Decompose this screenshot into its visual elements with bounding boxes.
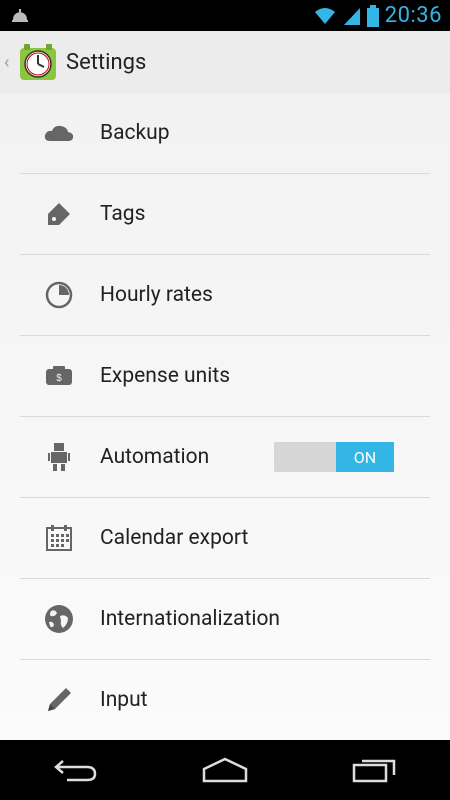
signal-icon	[343, 7, 360, 25]
back-button[interactable]	[45, 750, 105, 790]
home-button[interactable]	[195, 750, 255, 790]
settings-item-label: Internationalization	[100, 607, 281, 631]
cloud-icon	[44, 118, 74, 148]
robot-icon	[44, 442, 74, 472]
settings-list: Backup Tags Hourly rates $ Expense units	[20, 93, 430, 740]
navigation-bar	[0, 740, 450, 800]
clock-icon	[44, 280, 74, 310]
clock: 20:36	[384, 3, 442, 28]
toggle-on-label: ON	[336, 442, 394, 472]
globe-icon	[44, 604, 74, 634]
settings-item-input[interactable]: Input	[20, 660, 430, 740]
settings-item-label: Input	[100, 688, 148, 712]
svg-text:$: $	[56, 373, 62, 384]
tag-icon	[44, 199, 74, 229]
settings-item-internationalization[interactable]: Internationalization	[20, 579, 430, 660]
pencil-icon	[44, 685, 74, 715]
app-logo-icon[interactable]	[18, 42, 58, 82]
recent-apps-button[interactable]	[345, 750, 405, 790]
calendar-icon	[44, 523, 74, 553]
action-bar: ‹ Settings	[0, 31, 450, 94]
battery-icon	[366, 4, 379, 27]
settings-item-hourly-rates[interactable]: Hourly rates	[20, 255, 430, 336]
settings-item-backup[interactable]: Backup	[20, 93, 430, 174]
up-navigation-caret-icon[interactable]: ‹	[4, 52, 18, 73]
notification-bell-icon	[12, 9, 28, 22]
page-title: Settings	[66, 49, 147, 75]
settings-item-tags[interactable]: Tags	[20, 174, 430, 255]
settings-item-label: Backup	[100, 121, 170, 145]
money-icon: $	[44, 361, 74, 391]
status-bar: 20:36	[0, 0, 450, 31]
settings-item-label: Automation	[100, 445, 210, 469]
status-icons: 20:36	[313, 0, 442, 31]
settings-item-automation[interactable]: Automation ON	[20, 417, 430, 498]
back-icon	[54, 760, 97, 782]
settings-item-expense-units[interactable]: $ Expense units	[20, 336, 430, 417]
settings-item-label: Hourly rates	[100, 283, 213, 307]
settings-item-label: Calendar export	[100, 526, 249, 550]
settings-item-label: Tags	[100, 202, 146, 226]
recent-apps-icon	[352, 759, 396, 783]
settings-item-label: Expense units	[100, 364, 231, 388]
settings-item-calendar-export[interactable]: Calendar export	[20, 498, 430, 579]
settings-content: Backup Tags Hourly rates $ Expense units	[0, 93, 450, 740]
automation-toggle[interactable]: ON	[274, 442, 394, 472]
home-icon	[202, 757, 248, 783]
wifi-icon	[314, 7, 335, 24]
